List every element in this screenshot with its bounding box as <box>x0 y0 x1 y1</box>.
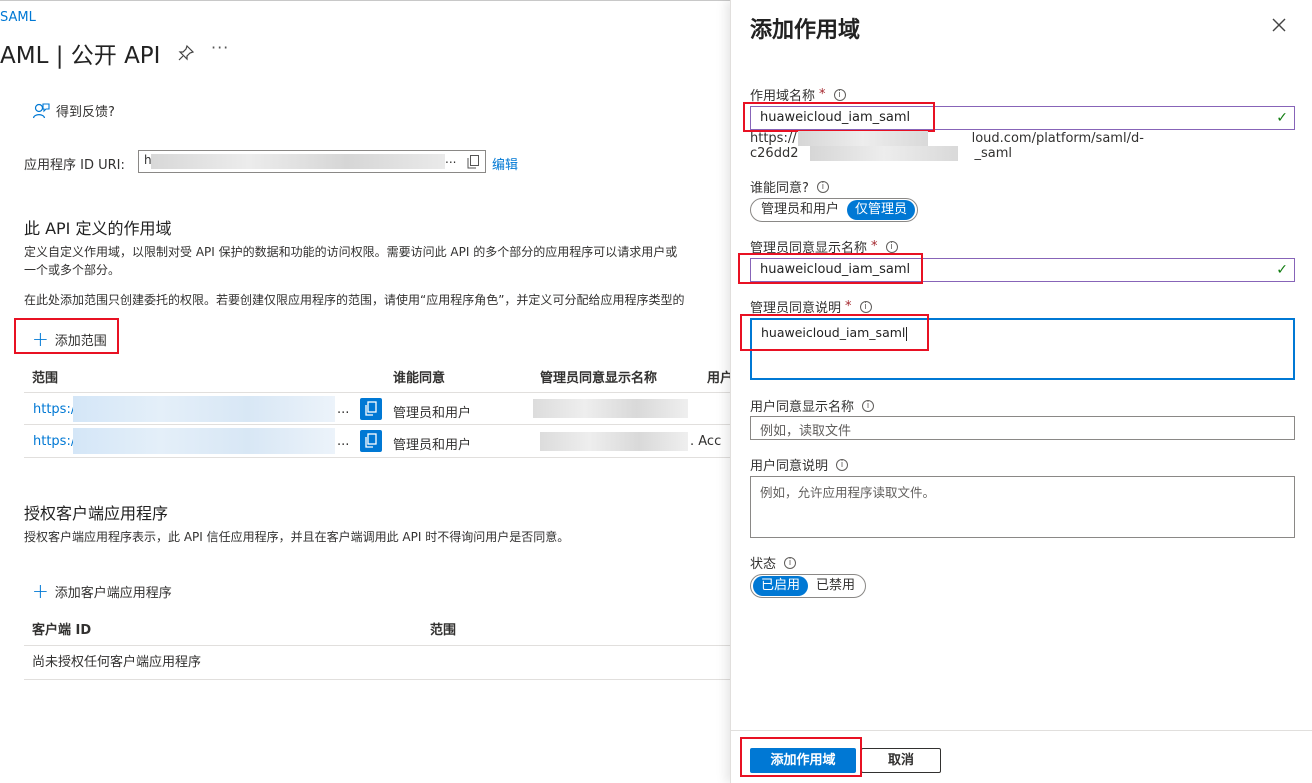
more-options-icon[interactable]: ··· <box>211 38 229 57</box>
uri-redacted <box>151 154 445 169</box>
url-line2-end: _saml <box>974 146 1012 161</box>
scope-redacted <box>73 396 335 422</box>
feedback-icon <box>32 102 50 118</box>
pin-icon[interactable] <box>177 44 195 62</box>
scope-link[interactable]: https:/ <box>33 434 75 449</box>
highlight-admin-desc <box>740 314 929 351</box>
col-header-client-id[interactable]: 客户端 ID <box>32 619 91 638</box>
highlight-admin-display <box>738 253 923 284</box>
user-display-label-text: 用户同意显示名称 <box>750 400 855 415</box>
scope-redacted <box>73 428 335 454</box>
url-line2-start: c26dd2 <box>750 146 799 161</box>
uri-ellipsis: ... <box>445 152 457 166</box>
copy-scope-button[interactable] <box>360 430 382 452</box>
info-icon[interactable]: i <box>885 240 898 253</box>
scopes-section-title: 此 API 定义的作用域 <box>24 219 172 238</box>
user-display-name-label: 用户同意显示名称 i <box>750 396 875 415</box>
info-icon[interactable]: i <box>816 180 829 193</box>
option-enabled[interactable]: 已启用 <box>753 576 809 596</box>
add-client-app-button[interactable]: + 添加客户端应用程序 <box>32 581 172 601</box>
table-divider <box>24 645 730 646</box>
who-can-consent: 管理员和用户 <box>393 406 472 421</box>
user-display-placeholder: 例如，读取文件 <box>760 424 852 439</box>
option-disabled[interactable]: 已禁用 <box>808 576 863 596</box>
panel-footer-divider <box>730 730 1312 731</box>
highlight-add-scope <box>14 318 119 354</box>
user-desc-label-text: 用户同意说明 <box>750 459 829 474</box>
highlight-scope-name <box>743 102 935 132</box>
scope-ellipsis: ... <box>337 434 350 449</box>
info-icon[interactable]: i <box>862 399 875 412</box>
copy-icon[interactable] <box>467 155 480 169</box>
check-icon: ✓ <box>1276 110 1288 126</box>
scope-ellipsis: ... <box>337 402 350 417</box>
col-header-who-can-consent[interactable]: 谁能同意 <box>393 367 445 386</box>
url-line1-start: https:// <box>750 131 797 146</box>
user-desc-textarea[interactable]: 例如，允许应用程序读取文件。 <box>750 476 1295 538</box>
top-divider <box>0 0 730 1</box>
add-client-label: 添加客户端应用程序 <box>54 585 172 601</box>
scopes-desc-line2: 一个或多个部分。 <box>24 263 121 277</box>
url-line1-end: loud.com/platform/saml/d- <box>971 131 1144 146</box>
option-admins-only[interactable]: 仅管理员 <box>847 200 916 220</box>
url-redacted <box>810 146 958 161</box>
info-icon[interactable]: i <box>833 88 846 101</box>
option-admins-and-users[interactable]: 管理员和用户 <box>753 200 847 220</box>
check-icon: ✓ <box>1276 262 1288 278</box>
who-label-text: 谁能同意? <box>750 181 809 196</box>
app-id-uri-field[interactable]: h ... <box>138 150 486 173</box>
feedback-button[interactable]: 得到反馈? <box>32 101 115 120</box>
scopes-description: 定义自定义作用域，以限制对受 API 保护的数据和功能的访问权限。需要访问此 A… <box>24 243 730 279</box>
info-icon[interactable]: i <box>836 458 849 471</box>
plus-icon: + <box>32 579 49 603</box>
user-desc-label: 用户同意说明 i <box>750 455 849 474</box>
highlight-submit <box>740 737 862 777</box>
breadcrumb[interactable]: SAML <box>0 10 36 25</box>
table-divider <box>24 679 730 680</box>
col-header-admin-display[interactable]: 管理员同意显示名称 <box>540 367 657 386</box>
user-desc-placeholder: 例如，允许应用程序读取文件。 <box>760 485 936 500</box>
close-icon[interactable] <box>1270 16 1288 34</box>
who-can-consent: 管理员和用户 <box>393 438 472 453</box>
col-header-client-scope[interactable]: 范围 <box>430 619 456 638</box>
col-header-scope[interactable]: 范围 <box>32 367 58 386</box>
state-toggle[interactable]: 已启用 已禁用 <box>750 574 867 598</box>
required-mark: * <box>819 87 826 102</box>
app-id-uri-label: 应用程序 ID URI: <box>24 158 125 173</box>
table-divider <box>24 457 730 458</box>
admin-display-redacted <box>540 432 688 451</box>
who-can-consent-toggle[interactable]: 管理员和用户 仅管理员 <box>750 198 919 222</box>
client-empty-message: 尚未授权任何客户端应用程序 <box>32 655 202 670</box>
admin-display-redacted <box>533 399 688 418</box>
user-display-name-input[interactable]: 例如，读取文件 <box>750 416 1295 440</box>
edit-uri-link[interactable]: 编辑 <box>492 154 518 173</box>
info-icon[interactable]: i <box>859 300 872 313</box>
scope-link[interactable]: https:/ <box>33 402 75 417</box>
state-label-text: 状态 <box>750 557 777 572</box>
required-mark: * <box>845 299 852 314</box>
scopes-desc-line1: 定义自定义作用域，以限制对受 API 保护的数据和功能的访问权限。需要访问此 A… <box>24 245 678 259</box>
who-can-consent-label: 谁能同意? i <box>750 177 829 196</box>
authorized-clients-title: 授权客户端应用程序 <box>24 504 169 523</box>
scopes-note: 在此处添加范围只创建委托的权限。若要创建仅限应用程序的范围，请使用“应用程序角色… <box>24 293 685 307</box>
info-icon[interactable]: i <box>784 556 797 569</box>
authorized-clients-desc: 授权客户端应用程序表示，此 API 信任应用程序，并且在客户端调用此 API 时… <box>24 530 570 544</box>
cancel-button[interactable]: 取消 <box>861 748 941 773</box>
copy-scope-button[interactable] <box>360 398 382 420</box>
copy-icon <box>365 401 377 416</box>
table-divider <box>24 424 730 425</box>
state-label: 状态 i <box>750 553 797 572</box>
copy-icon <box>365 433 377 448</box>
panel-title: 添加作用域 <box>750 18 861 43</box>
user-consent-cell: . Acc <box>690 434 722 449</box>
table-divider <box>24 392 730 393</box>
required-mark: * <box>871 239 878 254</box>
feedback-label: 得到反馈? <box>56 105 115 120</box>
page-title: AML | 公开 API <box>0 43 161 69</box>
url-redacted <box>798 131 928 146</box>
